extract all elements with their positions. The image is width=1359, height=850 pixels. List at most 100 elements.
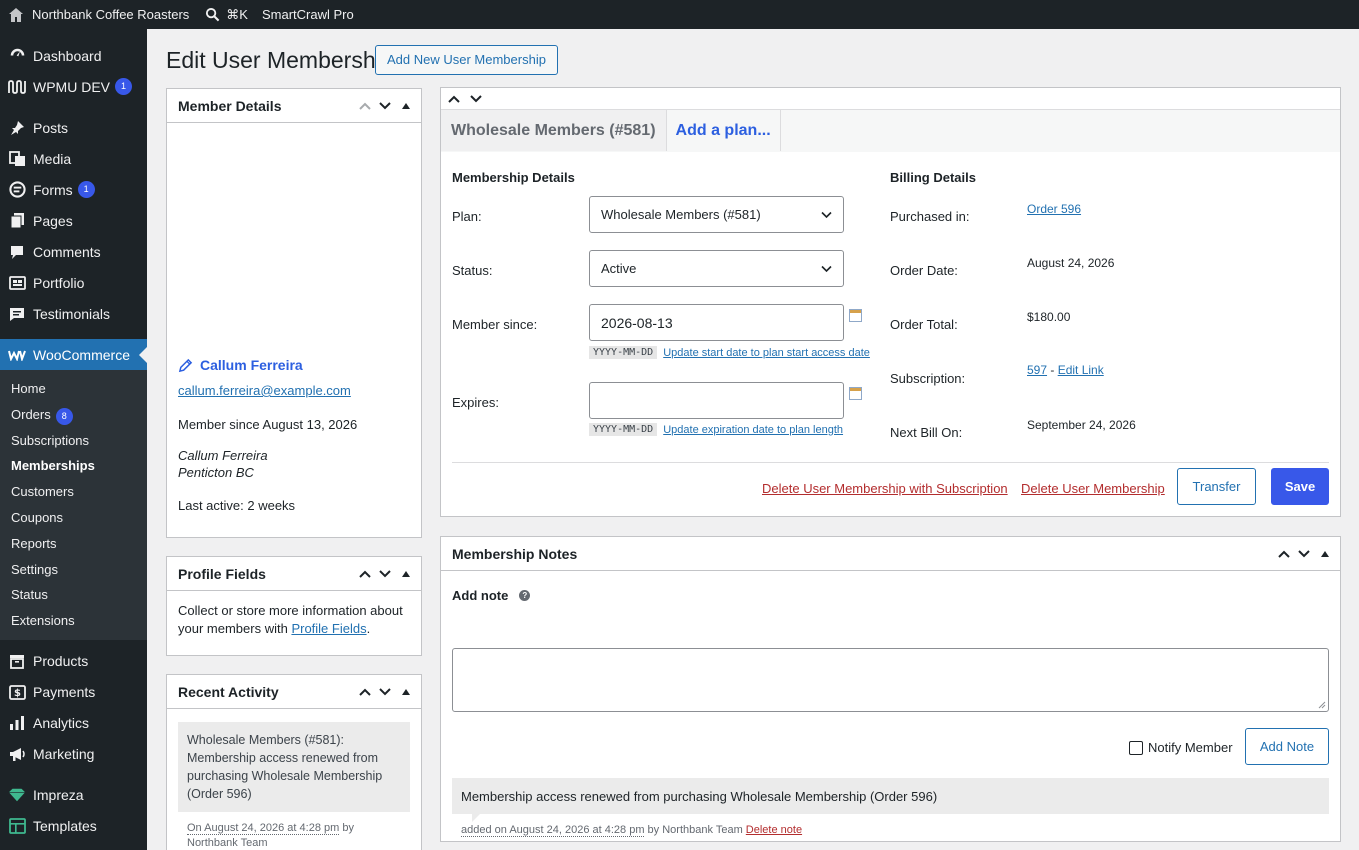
member-details-box: Member Details Callum Ferreira callum.fe… bbox=[166, 88, 422, 538]
expires-hint: YYYY-MM-DD Update expiration date to pla… bbox=[589, 423, 843, 436]
submenu-home[interactable]: Home bbox=[0, 376, 147, 402]
submenu-reports[interactable]: Reports bbox=[0, 531, 147, 557]
tab-label: Wholesale Members (#581) bbox=[451, 121, 656, 139]
move-up-icon[interactable] bbox=[1277, 549, 1291, 559]
member-name[interactable]: Callum Ferreira bbox=[200, 357, 303, 373]
site-home-link[interactable]: Northbank Coffee Roasters bbox=[0, 0, 197, 29]
subscription-edit-link[interactable]: Edit Link bbox=[1058, 363, 1104, 377]
menu-label: WPMU DEV bbox=[33, 78, 110, 95]
resize-handle-icon[interactable] bbox=[1318, 701, 1326, 709]
delete-note-link[interactable]: Delete note bbox=[746, 824, 802, 836]
add-note-button[interactable]: Add Note bbox=[1245, 728, 1329, 765]
member-since-label: Member since: bbox=[452, 317, 538, 332]
delete-membership-link[interactable]: Delete User Membership bbox=[1021, 481, 1165, 496]
move-down-icon[interactable] bbox=[378, 569, 392, 579]
submenu-memberships[interactable]: Memberships bbox=[0, 453, 147, 479]
update-start-date-link[interactable]: Update start date to plan start access d… bbox=[663, 347, 870, 359]
add-new-membership-button[interactable]: Add New User Membership bbox=[375, 45, 558, 75]
note-textarea[interactable] bbox=[452, 648, 1329, 712]
admin-search[interactable]: ⌘K bbox=[197, 0, 256, 29]
note-item: Membership access renewed from purchasin… bbox=[452, 778, 1329, 814]
move-up-icon[interactable] bbox=[358, 101, 372, 111]
move-down-icon[interactable] bbox=[469, 94, 483, 104]
member-name-row[interactable]: Callum Ferreira bbox=[167, 350, 421, 380]
smartcrawl-label: SmartCrawl Pro bbox=[261, 7, 354, 22]
calendar-icon[interactable] bbox=[849, 387, 862, 400]
box-controls bbox=[358, 101, 410, 111]
submenu-label: Home bbox=[11, 381, 46, 396]
activity-meta: On August 24, 2026 at 4:28 pm by Northba… bbox=[187, 821, 401, 850]
move-up-icon[interactable] bbox=[447, 94, 461, 104]
admin-sidebar: Dashboard WPMU DEV 1 Posts Media Forms 1… bbox=[0, 29, 147, 850]
submenu-customers[interactable]: Customers bbox=[0, 479, 147, 505]
menu-testimonials[interactable]: Testimonials bbox=[0, 298, 147, 329]
plan-select[interactable]: Wholesale Members (#581) bbox=[589, 196, 844, 233]
menu-impreza[interactable]: Impreza bbox=[0, 780, 147, 811]
order-link[interactable]: Order 596 bbox=[1027, 202, 1081, 216]
menu-marketing[interactable]: Marketing bbox=[0, 739, 147, 770]
save-button[interactable]: Save bbox=[1271, 468, 1329, 505]
subscription-value: 597 - Edit Link bbox=[1027, 363, 1104, 377]
menu-dashboard[interactable]: Dashboard bbox=[0, 40, 147, 71]
calendar-icon[interactable] bbox=[849, 309, 862, 322]
update-expiration-date-link[interactable]: Update expiration date to plan length bbox=[663, 424, 843, 436]
menu-woocommerce[interactable]: WooCommerce bbox=[0, 339, 147, 370]
toggle-panel-icon[interactable] bbox=[402, 570, 410, 577]
marketing-icon bbox=[8, 745, 26, 763]
toggle-panel-icon[interactable] bbox=[1321, 550, 1329, 557]
move-down-icon[interactable] bbox=[378, 687, 392, 697]
tab-wholesale-members[interactable]: Wholesale Members (#581) bbox=[441, 110, 667, 151]
order-total-label: Order Total: bbox=[890, 317, 958, 332]
submenu-subscriptions[interactable]: Subscriptions bbox=[0, 428, 147, 454]
menu-portfolio[interactable]: Portfolio bbox=[0, 267, 147, 298]
page-title: Edit User Membership bbox=[166, 47, 394, 73]
submenu-status[interactable]: Status bbox=[0, 582, 147, 608]
box-controls bbox=[358, 569, 410, 579]
subscription-separator: - bbox=[1047, 363, 1058, 377]
move-up-icon[interactable] bbox=[358, 687, 372, 697]
menu-payments[interactable]: $ Payments bbox=[0, 677, 147, 708]
tab-add-plan[interactable]: Add a plan... bbox=[667, 110, 781, 151]
move-up-icon[interactable] bbox=[358, 569, 372, 579]
menu-analytics[interactable]: Analytics bbox=[0, 708, 147, 739]
note-item-arrow bbox=[472, 814, 480, 822]
move-down-icon[interactable] bbox=[378, 101, 392, 111]
menu-comments[interactable]: Comments bbox=[0, 236, 147, 267]
menu-media[interactable]: Media bbox=[0, 143, 147, 174]
submenu-coupons[interactable]: Coupons bbox=[0, 505, 147, 531]
menu-label: Templates bbox=[33, 818, 97, 835]
expires-input[interactable] bbox=[589, 382, 844, 419]
toggle-panel-icon[interactable] bbox=[402, 688, 410, 695]
menu-label: Comments bbox=[33, 243, 101, 260]
delete-with-subscription-link[interactable]: Delete User Membership with Subscription bbox=[762, 481, 1008, 496]
products-icon bbox=[8, 652, 26, 670]
menu-forms[interactable]: Forms 1 bbox=[0, 174, 147, 205]
menu-posts[interactable]: Posts bbox=[0, 112, 147, 143]
menu-templates[interactable]: Templates bbox=[0, 811, 147, 842]
help-icon[interactable]: ? bbox=[519, 590, 531, 601]
menu-label: Impreza bbox=[33, 787, 84, 804]
menu-pages[interactable]: Pages bbox=[0, 205, 147, 236]
activity-author: Northbank Team bbox=[187, 837, 268, 849]
member-since-input[interactable]: 2026-08-13 bbox=[589, 304, 844, 341]
subscription-link[interactable]: 597 bbox=[1027, 363, 1047, 377]
activity-note: Wholesale Members (#581): Membership acc… bbox=[178, 722, 410, 812]
home-icon bbox=[8, 7, 24, 23]
notify-member-checkbox[interactable] bbox=[1129, 740, 1143, 755]
submenu-label: Orders bbox=[11, 406, 51, 422]
profile-fields-link[interactable]: Profile Fields bbox=[291, 621, 366, 636]
note-date: added on August 24, 2026 at 4:28 pm bbox=[461, 824, 645, 837]
member-email-link[interactable]: callum.ferreira@example.com bbox=[178, 383, 351, 398]
notify-member-label[interactable]: Notify Member bbox=[1148, 740, 1233, 755]
menu-wpmudev[interactable]: WPMU DEV 1 bbox=[0, 71, 147, 102]
submenu-orders[interactable]: Orders 8 bbox=[0, 402, 147, 428]
toggle-panel-icon[interactable] bbox=[402, 102, 410, 109]
menu-products[interactable]: Products bbox=[0, 646, 147, 677]
status-select[interactable]: Active bbox=[589, 250, 844, 287]
smartcrawl-menu[interactable]: SmartCrawl Pro bbox=[256, 0, 362, 29]
transfer-button[interactable]: Transfer bbox=[1177, 468, 1256, 505]
menu-label: Forms bbox=[33, 181, 73, 198]
submenu-settings[interactable]: Settings bbox=[0, 557, 147, 583]
move-down-icon[interactable] bbox=[1297, 549, 1311, 559]
submenu-extensions[interactable]: Extensions bbox=[0, 608, 147, 634]
